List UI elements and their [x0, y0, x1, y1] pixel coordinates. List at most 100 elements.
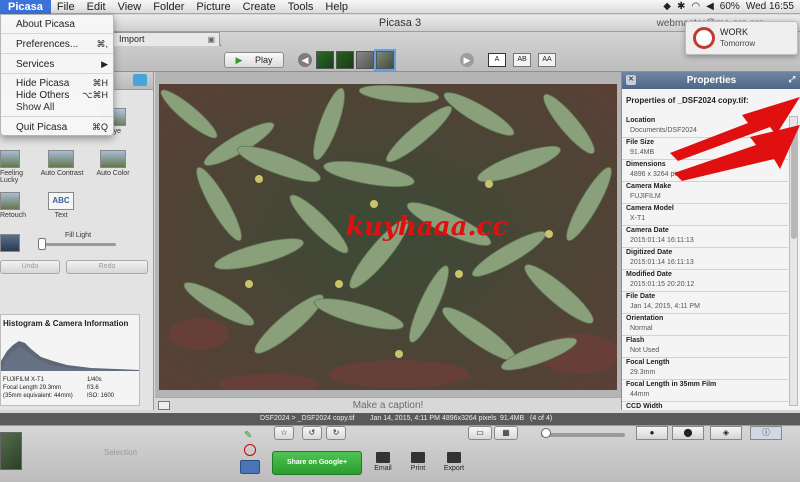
view-fit-button[interactable]: ▭ [468, 426, 492, 440]
menu-separator [1, 53, 113, 54]
notification-subtitle: Tomorrow [720, 39, 756, 48]
menu-folder[interactable]: Folder [147, 0, 190, 14]
filmstrip-thumb[interactable] [316, 51, 334, 69]
menu-view[interactable]: View [112, 0, 148, 14]
email-icon [376, 452, 390, 463]
places-icon[interactable]: ⬤ [672, 426, 704, 440]
menu-preferences[interactable]: Preferences... ⌘, [16, 39, 108, 50]
print-icon [411, 452, 425, 463]
auto-color-icon[interactable] [100, 150, 126, 168]
text-tool-icon[interactable]: ABC [48, 192, 74, 210]
property-row: Digitized Date 2015:01:14 16:11:13 [622, 248, 788, 270]
filmstrip-thumb-selected[interactable] [374, 49, 396, 71]
zoom-slider-knob[interactable] [541, 428, 551, 438]
zoom-slider[interactable] [541, 433, 625, 437]
layout-single-button[interactable]: A [488, 53, 506, 67]
next-arrow-icon[interactable]: ▶ [460, 53, 474, 67]
annotation-arrows [670, 97, 800, 181]
clock-text[interactable]: Wed 16:55 [746, 0, 794, 14]
property-row: File Date Jan 14, 2015, 4:11 PM [622, 292, 788, 314]
tags-icon[interactable]: ◈ [710, 426, 742, 440]
email-button[interactable]: Email [365, 452, 401, 472]
property-row: Focal Length in 35mm Film 44mm [622, 380, 788, 402]
redo-button[interactable]: Redo [66, 260, 148, 274]
menu-file[interactable]: File [51, 0, 81, 14]
rotate-right-button[interactable]: ↻ [326, 426, 346, 440]
feeling-lucky-icon[interactable] [0, 150, 20, 168]
star-button[interactable]: ☆ [274, 426, 294, 440]
menu-separator [1, 73, 113, 74]
add-to-album-icon[interactable] [240, 460, 260, 474]
tool-label: Feeling Lucky [0, 170, 23, 184]
status-count: (4 of 4) [530, 415, 553, 422]
tray-thumbnail[interactable] [0, 432, 22, 470]
layout-double-button[interactable]: AA [538, 53, 556, 67]
camera-value: ISO: 1600 [87, 393, 115, 399]
menu-help[interactable]: Help [319, 0, 354, 14]
picasa-menu-dropdown: About Picasa Preferences... ⌘, Services … [0, 14, 114, 136]
camera-line: FUJIFILM X-T1 [3, 377, 45, 383]
menu-tools[interactable]: Tools [282, 0, 320, 14]
property-row: Camera Model X-T1 [622, 204, 788, 226]
info-icon[interactable]: ⓘ [750, 426, 782, 440]
status-size: 91.4MB [500, 415, 525, 422]
menu-hide-others[interactable]: Hide Others ⌥⌘H [16, 90, 108, 101]
menu-services[interactable]: Services ▶ [16, 59, 108, 70]
prev-arrow-icon[interactable]: ◀ [298, 53, 312, 67]
print-button[interactable]: Print [400, 452, 436, 472]
expand-icon[interactable]: ⤢ [787, 75, 797, 85]
volume-icon[interactable]: ◀ [706, 0, 714, 14]
filmstrip-thumb[interactable] [336, 51, 354, 69]
watermark-text: kuyhaaa.cc [346, 212, 509, 242]
clear-selection-icon[interactable] [244, 444, 256, 456]
export-button[interactable]: Export [436, 452, 472, 472]
histogram-title: Histogram & Camera Information [3, 319, 129, 328]
wifi-icon[interactable]: ◠ [691, 0, 700, 14]
close-icon[interactable]: ✕ [626, 75, 636, 85]
menu-separator [1, 33, 113, 34]
menu-show-all[interactable]: Show All [16, 102, 108, 113]
play-button[interactable]: ▶ Play [224, 52, 284, 68]
undo-button[interactable]: Undo [0, 260, 60, 274]
hold-pin-icon[interactable]: ✎ [244, 430, 258, 442]
layout-compare-button[interactable]: AB [513, 53, 531, 67]
people-icon[interactable]: ● [636, 426, 668, 440]
dropbox-icon[interactable]: ◆ [663, 0, 671, 14]
close-icon[interactable]: ▣ [207, 33, 215, 46]
menu-hide[interactable]: Hide Picasa ⌘H [16, 78, 108, 89]
retouch-icon[interactable] [0, 192, 20, 210]
menu-extras: ◆ ✱ ◠ ◀ 60% Wed 16:55 [663, 0, 800, 14]
submenu-arrow-icon: ▶ [101, 59, 108, 69]
menu-about[interactable]: About Picasa [16, 19, 108, 30]
menu-separator [1, 116, 113, 117]
menu-create[interactable]: Create [237, 0, 282, 14]
notification-title: WORK [720, 27, 748, 37]
reminder-notification[interactable]: WORK Tomorrow [685, 21, 798, 55]
tool-label: Auto Color [96, 170, 130, 177]
property-row: Camera Date 2015:01:14 16:11:13 [622, 226, 788, 248]
fill-light-knob[interactable] [38, 238, 46, 250]
rotate-left-button[interactable]: ↺ [302, 426, 322, 440]
share-google-label: Share on Google+ [286, 459, 348, 466]
menu-picasa[interactable]: Picasa [0, 0, 51, 14]
auto-contrast-icon[interactable] [48, 150, 74, 168]
bluetooth-icon[interactable]: ✱ [677, 0, 685, 14]
filmstrip-thumb[interactable] [356, 51, 374, 69]
caption-bar[interactable]: Make a caption! [155, 397, 621, 413]
menu-edit[interactable]: Edit [81, 0, 112, 14]
caption-toggle-icon[interactable] [158, 401, 170, 410]
tab-import[interactable]: Import ▣ [112, 32, 220, 46]
caption-placeholder[interactable]: Make a caption! [353, 400, 424, 411]
fill-light-icon[interactable] [0, 234, 20, 252]
share-google-button[interactable]: Share on Google+ [272, 451, 362, 475]
battery-percent[interactable]: 60% [720, 0, 740, 14]
menu-picture[interactable]: Picture [190, 0, 236, 14]
fill-light-slider[interactable] [40, 243, 116, 246]
camera-line: (35mm equivalent: 44mm) [3, 393, 73, 399]
pencil-icon[interactable] [133, 74, 147, 86]
view-actual-button[interactable]: ▦ [494, 426, 518, 440]
menu-quit[interactable]: Quit Picasa ⌘Q [16, 122, 108, 133]
window-title: Picasa 3 [378, 17, 422, 29]
property-row: CCD Width [626, 403, 663, 410]
camera-value: f/3.6 [87, 385, 99, 391]
